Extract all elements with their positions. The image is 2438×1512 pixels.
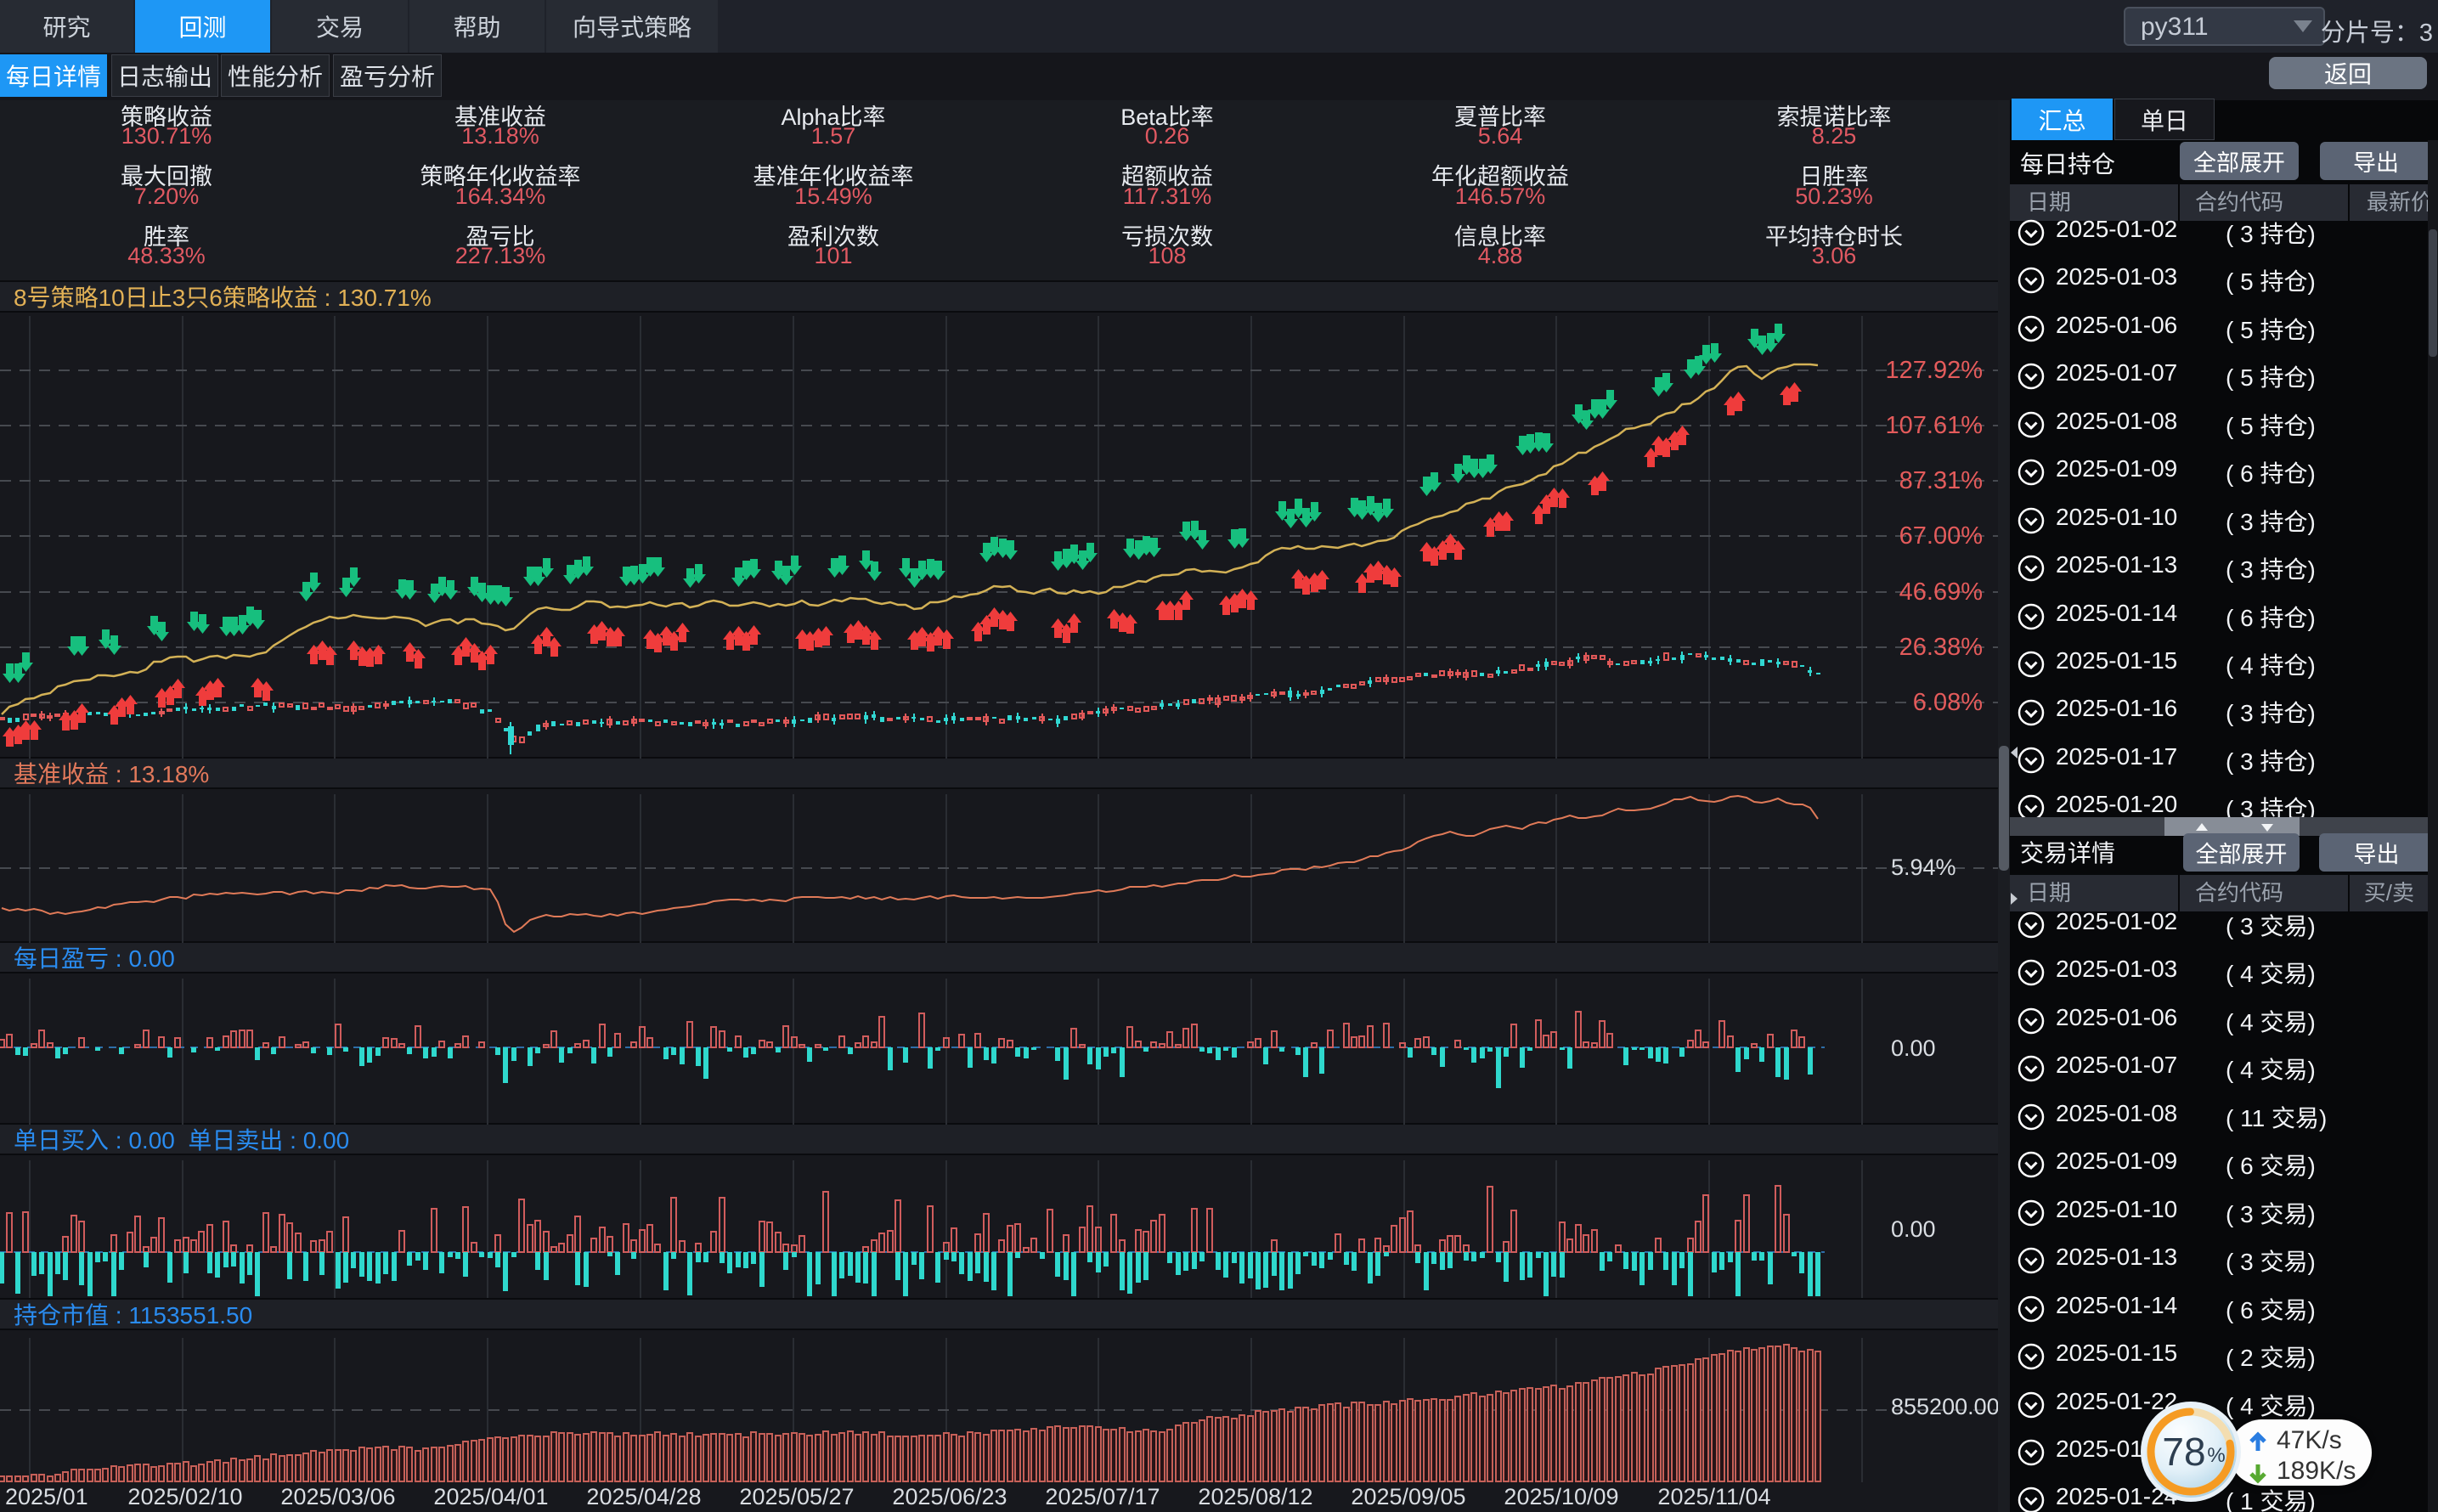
svg-text:%: %: [2207, 1444, 2225, 1467]
svg-text:78: 78: [2162, 1430, 2205, 1474]
